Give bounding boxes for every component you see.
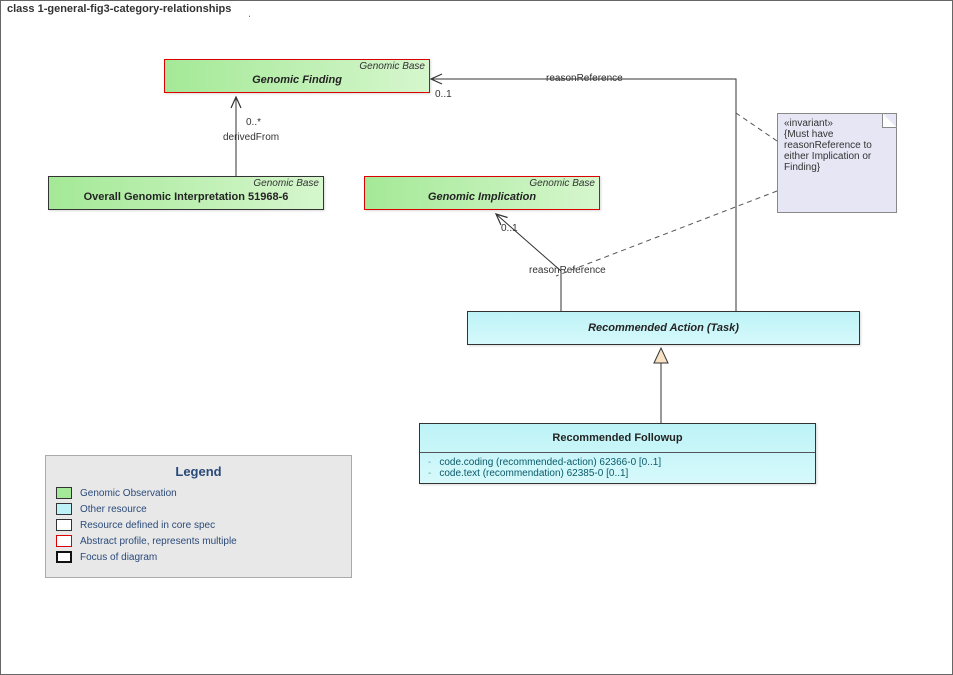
note-stereotype: «invariant» [784,118,890,129]
class-title: Recommended Action (Task) [468,312,859,344]
class-title: Genomic Implication [365,189,599,209]
edge-mult-reasonref1: 0..1 [435,89,452,100]
edge-label-derivedfrom: derivedFrom [223,132,279,143]
class-title: Recommended Followup [420,424,815,452]
constraint-note: «invariant» {Must have reasonReference t… [777,113,897,213]
class-recommended-followup: Recommended Followup -code.coding (recom… [419,423,816,484]
stereotype-label: Genomic Base [165,60,429,72]
diagram-frame: class 1-general-fig3-category-relationsh… [0,0,953,675]
legend-item: Other resource [56,503,341,515]
note-text: {Must have reasonReference to either Imp… [784,129,890,173]
legend-item: Focus of diagram [56,551,341,563]
frame-title: class 1-general-fig3-category-relationsh… [0,0,250,17]
attribute: code.coding (recommended-action) 62366-0… [439,457,661,468]
swatch-red-border-icon [56,535,72,547]
attribute: code.text (recommendation) 62385-0 [0..1… [439,468,628,479]
legend-item: Abstract profile, represents multiple [56,535,341,547]
swatch-cyan-icon [56,503,72,515]
legend-item: Resource defined in core spec [56,519,341,531]
class-title: Overall Genomic Interpretation 51968-6 [49,189,323,209]
swatch-black-border-icon [56,519,72,531]
class-title: Genomic Finding [165,72,429,92]
swatch-green-icon [56,487,72,499]
stereotype-label: Genomic Base [365,177,599,189]
legend-title: Legend [56,464,341,479]
edge-label-reasonref1: reasonReference [546,73,623,84]
class-genomic-finding: Genomic Base Genomic Finding [164,59,430,93]
edge-mult-reasonref2: 0..1 [501,223,518,234]
class-overall-interpretation: Genomic Base Overall Genomic Interpretat… [48,176,324,210]
attributes-compartment: -code.coding (recommended-action) 62366-… [420,452,815,483]
swatch-thick-border-icon [56,551,72,563]
legend: Legend Genomic Observation Other resourc… [45,455,352,578]
legend-item: Genomic Observation [56,487,341,499]
stereotype-label: Genomic Base [49,177,323,189]
edge-label-reasonref2: reasonReference [529,265,606,276]
edge-mult-derivedfrom: 0..* [246,117,261,128]
class-genomic-implication: Genomic Base Genomic Implication [364,176,600,210]
note-fold-icon [882,113,897,128]
class-recommended-action: Recommended Action (Task) [467,311,860,345]
